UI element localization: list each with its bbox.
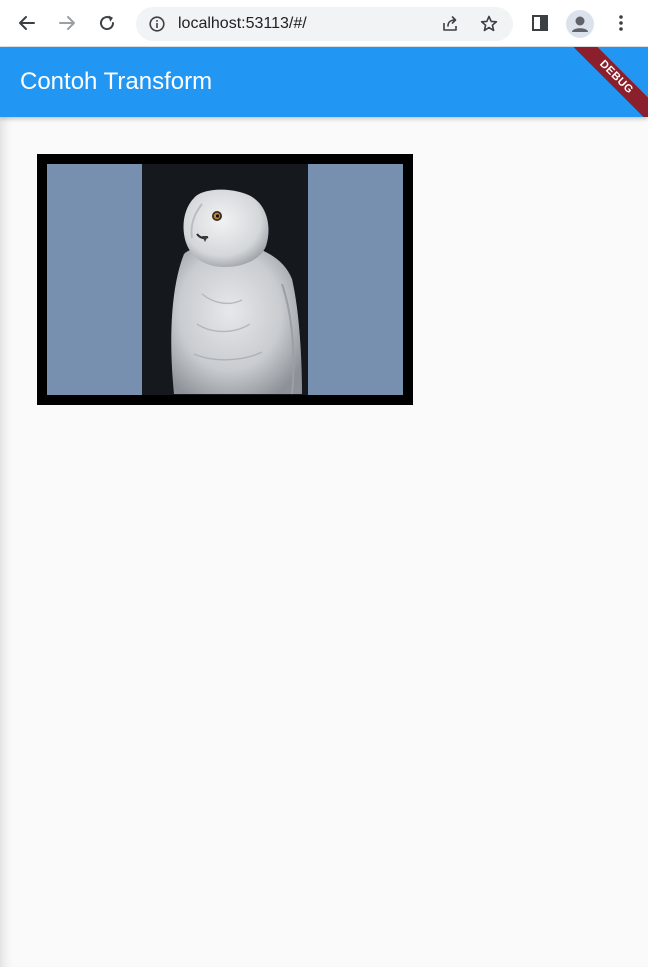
address-bar[interactable]: localhost:53113/#/ [136,7,513,41]
reload-icon [100,15,115,31]
debug-banner: DEBUG [560,47,648,117]
star-icon[interactable] [479,14,499,34]
owl-image [142,164,308,405]
app-viewport: Contoh Transform DEBUG [0,47,648,967]
profile-icon [572,16,588,32]
browser-toolbar: localhost:53113/#/ [0,0,648,47]
kebab-menu-icon [619,15,623,31]
forward-button[interactable] [52,8,82,38]
page-title: Contoh Transform [20,68,213,95]
app-bar: Contoh Transform DEBUG [0,47,648,117]
snowy-owl-photo [142,164,308,405]
side-panel-button[interactable] [525,8,555,38]
info-icon[interactable] [149,16,165,32]
arrow-left-icon [19,16,35,30]
share-icon[interactable] [440,14,460,34]
profile-button[interactable] [566,10,594,38]
arrow-right-icon [59,16,75,30]
address-bar-url[interactable]: localhost:53113/#/ [178,15,307,33]
reload-button[interactable] [92,8,122,38]
side-panel-icon [532,15,548,31]
browser-menu-button[interactable] [606,8,636,38]
back-button[interactable] [12,8,42,38]
transform-container [37,154,413,405]
